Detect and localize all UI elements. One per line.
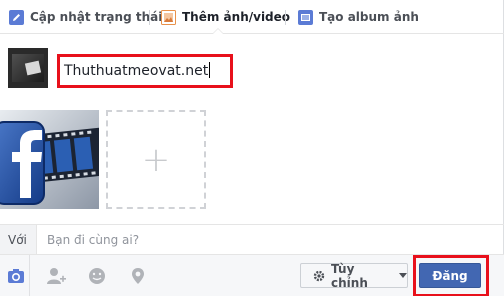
album-icon: [298, 9, 313, 25]
tag-friends-icon[interactable]: [46, 266, 66, 286]
active-tab-pointer: [212, 28, 224, 34]
tab-divider: [149, 10, 150, 25]
post-text-input[interactable]: Thuthuatmeovat.net: [57, 54, 233, 88]
post-button-highlight: [413, 255, 489, 296]
plus-icon: +: [141, 139, 171, 180]
tab-update-status[interactable]: Cập nhật trạng thái: [9, 7, 162, 27]
tab-add-photo-video[interactable]: Thêm ảnh/video: [161, 7, 290, 27]
footer-divider: [29, 255, 30, 296]
photo-icon: [161, 9, 176, 25]
facebook-logo-image: [0, 110, 99, 209]
camera-icon[interactable]: [6, 266, 26, 286]
composer-footer: Tùy chỉnh Đăng: [0, 254, 504, 296]
post-text-value: Thuthuatmeovat.net: [64, 63, 209, 79]
tab-add-photo-video-label: Thêm ảnh/video: [182, 10, 291, 24]
composer-tabs: Cập nhật trạng thái Thêm ảnh/video Tạo a…: [0, 0, 504, 34]
privacy-label: Tùy chỉnh: [331, 261, 368, 290]
tab-divider: [285, 10, 286, 25]
tab-update-status-label: Cập nhật trạng thái: [30, 10, 163, 24]
pencil-icon: [9, 9, 24, 25]
chevron-down-icon: [399, 273, 407, 278]
with-label: Với: [0, 225, 37, 255]
gear-icon: [313, 270, 325, 282]
tab-create-album-label: Tạo album ảnh: [319, 10, 419, 24]
text-cursor: [209, 62, 211, 78]
add-photo-button[interactable]: +: [106, 110, 206, 209]
feeling-icon[interactable]: [87, 266, 107, 286]
tab-create-album[interactable]: Tạo album ảnh: [298, 7, 419, 27]
avatar: [8, 48, 48, 88]
attached-photo-thumbnail[interactable]: [0, 110, 99, 209]
status-composer: Cập nhật trạng thái Thêm ảnh/video Tạo a…: [0, 0, 504, 296]
privacy-selector[interactable]: Tùy chỉnh: [300, 261, 408, 290]
with-friends-row: Với Bạn đi cùng ai?: [0, 224, 504, 255]
location-icon[interactable]: [128, 266, 148, 286]
with-friends-input[interactable]: Bạn đi cùng ai?: [47, 225, 139, 255]
